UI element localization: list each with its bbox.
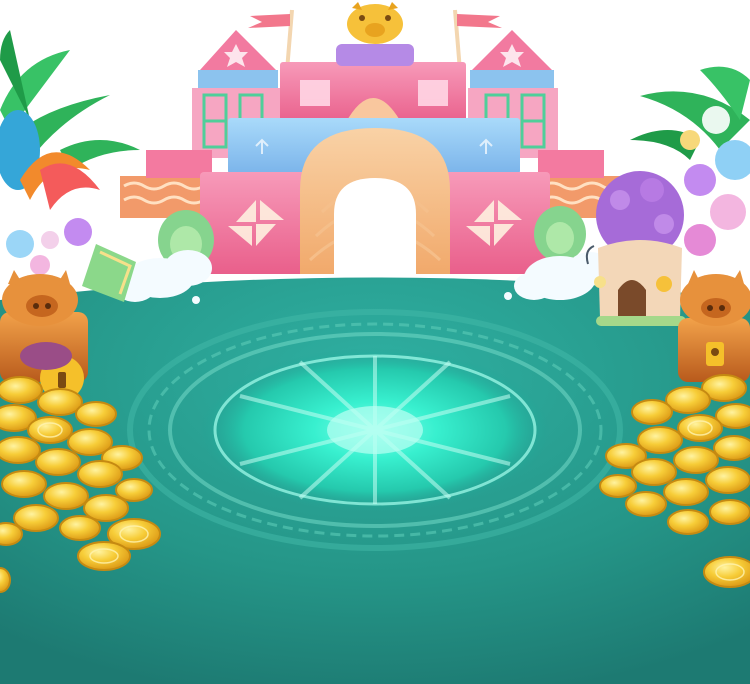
pig-statue-icon xyxy=(347,2,403,44)
game-scene xyxy=(0,0,750,684)
scene-canvas xyxy=(0,2,750,684)
pig-treasure-chest-icon xyxy=(678,270,750,382)
mushroom-house-icon xyxy=(585,171,686,326)
flower-bouquet-icon xyxy=(0,110,136,302)
